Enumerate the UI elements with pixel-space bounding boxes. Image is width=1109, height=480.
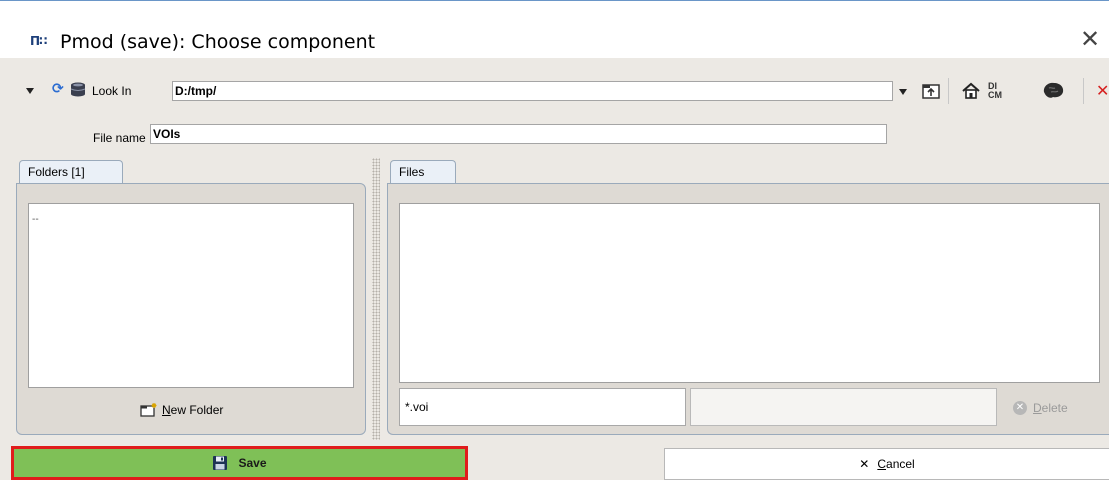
file-name-label: File name: [93, 131, 146, 145]
list-item[interactable]: --: [32, 214, 39, 225]
close-icon[interactable]: ✕: [1096, 82, 1109, 100]
window-close-button[interactable]: ✕: [1080, 27, 1104, 52]
title-bar: Π∷ Pmod (save): Choose component ✕: [0, 0, 1109, 58]
collapse-icon[interactable]: [26, 88, 34, 94]
delete-icon: ✕: [1013, 401, 1027, 415]
pmod-logo-icon: Π∷: [30, 34, 47, 48]
folders-list[interactable]: --: [28, 203, 354, 388]
file-filter-input[interactable]: *.voi: [399, 388, 686, 426]
file-name-input[interactable]: VOIs: [150, 124, 887, 144]
toolbar-separator: [1083, 78, 1084, 104]
refresh-icon[interactable]: ⟳: [52, 82, 66, 96]
look-in-path-input[interactable]: D:/tmp/: [172, 81, 893, 101]
save-label: Save: [238, 456, 267, 470]
look-in-dropdown-icon[interactable]: [899, 89, 907, 95]
new-folder-button[interactable]: New Folder: [140, 401, 223, 419]
toolbar-separator: [948, 78, 949, 104]
panel-splitter[interactable]: [372, 158, 380, 440]
look-in-label: Look In: [92, 84, 132, 98]
new-folder-label: New Folder: [162, 403, 224, 417]
floppy-disk-icon: [213, 456, 228, 470]
secondary-filter-field[interactable]: [690, 388, 997, 426]
tab-files[interactable]: Files: [390, 160, 456, 184]
files-list[interactable]: [399, 203, 1100, 383]
home-icon[interactable]: [960, 80, 982, 102]
delete-button[interactable]: ✕ Delete: [1013, 399, 1068, 417]
save-button[interactable]: Save: [11, 446, 468, 480]
delete-label: Delete: [1033, 401, 1068, 415]
database-icon[interactable]: [70, 82, 86, 97]
dicom-icon[interactable]: DI CM: [988, 80, 1010, 102]
new-folder-icon: [140, 403, 157, 417]
cancel-icon: ✕: [859, 457, 870, 471]
cancel-label: Cancel: [877, 457, 915, 471]
tab-folders[interactable]: Folders [1]: [19, 160, 123, 184]
folder-up-icon[interactable]: [920, 80, 942, 102]
window-title: Pmod (save): Choose component: [60, 31, 376, 53]
brain-icon[interactable]: [1041, 80, 1064, 102]
cancel-button[interactable]: ✕ Cancel: [664, 448, 1109, 480]
